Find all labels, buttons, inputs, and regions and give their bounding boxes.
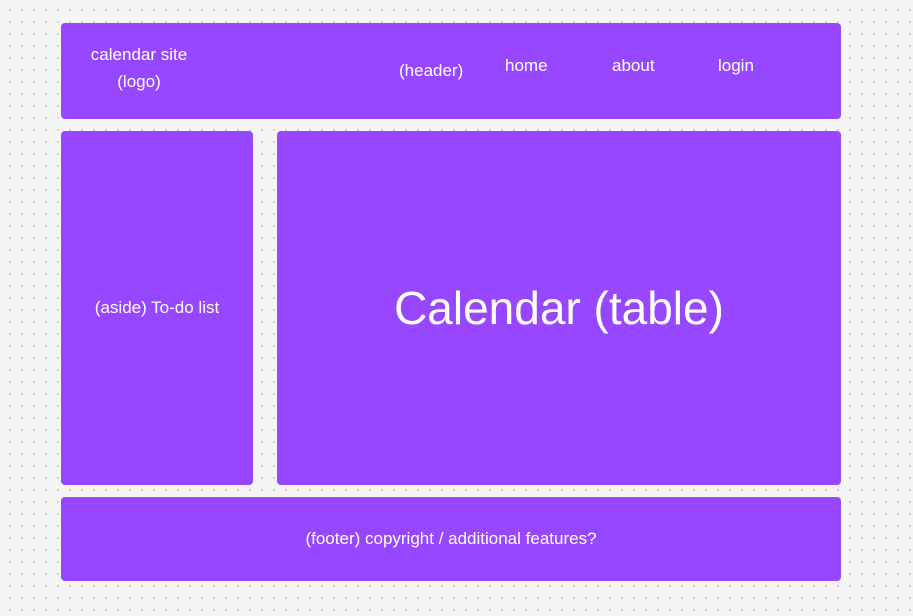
footer-label: (footer) copyright / additional features… [305,529,597,548]
nav-link-about[interactable]: about [612,56,655,76]
header-label: (header) [399,61,464,80]
logo-line-1: calendar site [90,45,188,64]
nav-link-home[interactable]: home [505,56,548,76]
main-label: Calendar (table) [394,282,724,334]
header-block: calendar site (logo) (header) home about… [61,23,841,119]
footer-block: (footer) copyright / additional features… [61,497,841,581]
aside-block: (aside) To-do list [61,131,253,485]
logo-line-2: (logo) [117,72,161,91]
logo: calendar site (logo) [61,41,217,95]
nav-link-login[interactable]: login [718,56,754,76]
main-block: Calendar (table) [277,131,841,485]
aside-label: (aside) To-do list [94,298,220,317]
